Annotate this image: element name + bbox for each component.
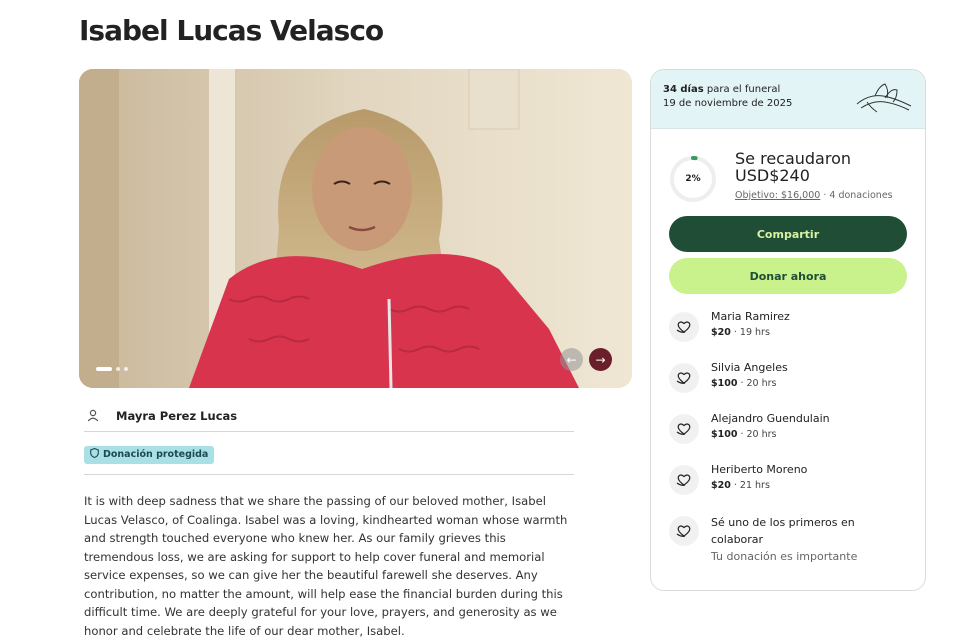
badge-row: Donación protegida [84, 443, 574, 475]
progress-section: 2% Se recaudaron USD$240 Objetivo: $16,0… [668, 150, 913, 212]
donor-time: 19 hrs [739, 327, 770, 338]
heart-hand-icon [669, 414, 699, 444]
donor-time: 21 hrs [739, 480, 770, 491]
person-icon [84, 407, 102, 425]
raised-value: USD$240 [735, 166, 810, 185]
carousel-dot[interactable] [116, 367, 120, 371]
goal-line: Objetivo: $16,000 · 4 donaciones [735, 190, 893, 201]
heart-hand-icon [669, 312, 699, 342]
donate-now-button[interactable]: Donar ahora [669, 258, 907, 294]
first-donor-cta[interactable]: Sé uno de los primeros en colaborar Tu d… [669, 514, 909, 574]
days-count: 34 días [663, 84, 704, 95]
raised-label: Se recaudaron [735, 149, 852, 168]
donor-amount: $20 [711, 480, 731, 491]
donor-amount: $20 [711, 327, 731, 338]
donor-meta: $20 · 21 hrs [711, 480, 770, 491]
cta-title: Sé uno de los primeros en colaborar [711, 516, 855, 546]
donor-item: Maria Ramirez $20 · 19 hrs [669, 310, 909, 350]
donor-amount: $100 [711, 429, 738, 440]
donor-meta: $100 · 20 hrs [711, 378, 777, 389]
hero-photo-illustration [79, 69, 632, 388]
protected-donation-badge[interactable]: Donación protegida [84, 445, 215, 464]
donor-time: 20 hrs [746, 429, 777, 440]
hands-illustration-icon [855, 82, 913, 120]
donor-amount: $100 [711, 378, 738, 389]
donor-name: Silvia Angeles [711, 361, 788, 374]
carousel-dot-active[interactable] [96, 367, 112, 371]
organizer-name[interactable]: Mayra Perez Lucas [116, 409, 237, 423]
shield-icon [90, 447, 99, 461]
progress-percent: 2% [685, 174, 701, 184]
organizer-row: Mayra Perez Lucas [84, 400, 574, 432]
prev-button[interactable]: ← [560, 348, 583, 371]
next-button[interactable]: → [589, 348, 612, 371]
donor-item: Heriberto Moreno $20 · 21 hrs [669, 463, 909, 503]
raised-amount: Se recaudaron USD$240 [735, 150, 851, 184]
cta-subtitle: Tu donación es importante [711, 550, 858, 563]
page-title: Isabel Lucas Velasco [79, 14, 384, 47]
hero-image[interactable]: ← → [79, 69, 632, 388]
donor-meta: $20 · 19 hrs [711, 327, 770, 338]
goal-link[interactable]: Objetivo: $16,000 [735, 190, 820, 201]
days-suffix: para el funeral [706, 84, 781, 95]
donor-name: Heriberto Moreno [711, 463, 808, 476]
donation-card: 34 días para el funeral 19 de noviembre … [650, 69, 926, 591]
carousel-dots[interactable] [96, 367, 128, 371]
heart-hand-icon [669, 516, 699, 546]
donor-time: 20 hrs [746, 378, 777, 389]
donor-name: Alejandro Guendulain [711, 412, 830, 425]
donor-name: Maria Ramirez [711, 310, 790, 323]
funeral-banner: 34 días para el funeral 19 de noviembre … [651, 70, 925, 129]
story-text: It is with deep sadness that we share th… [84, 494, 568, 638]
share-button[interactable]: Compartir [669, 216, 907, 252]
heart-hand-icon [669, 465, 699, 495]
arrow-right-icon: → [595, 352, 606, 367]
donations-count: 4 donaciones [829, 190, 893, 201]
donor-meta: $100 · 20 hrs [711, 429, 777, 440]
heart-hand-icon [669, 363, 699, 393]
arrow-left-icon: ← [566, 352, 577, 367]
carousel-dot[interactable] [124, 367, 128, 371]
donor-item: Silvia Angeles $100 · 20 hrs [669, 361, 909, 401]
badge-label: Donación protegida [103, 449, 209, 460]
donor-item: Alejandro Guendulain $100 · 20 hrs [669, 412, 909, 452]
